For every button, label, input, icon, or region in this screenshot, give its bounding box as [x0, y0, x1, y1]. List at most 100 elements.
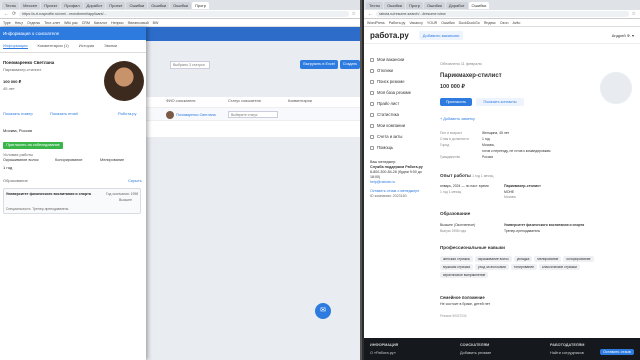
back-icon[interactable]: ←: [368, 11, 373, 17]
skill-chip: женская стрижка: [440, 256, 473, 262]
sidebar-item[interactable]: Счета и акты: [370, 131, 430, 142]
menu-item-icon: [370, 112, 374, 117]
sidebar-item[interactable]: Мои компании: [370, 120, 430, 131]
menu-item-icon: [370, 57, 374, 62]
bookmark-item[interactable]: Каталог: [94, 21, 107, 25]
table-row[interactable]: Пономаренко Светлана Выберите статус: [146, 107, 360, 121]
browser-tab[interactable]: Доработ: [445, 1, 468, 9]
sidebar-item[interactable]: Поиск резюме: [370, 76, 430, 87]
fact-value: Москва,: [482, 143, 495, 147]
tab-comments[interactable]: Комментарии (1): [38, 43, 69, 49]
resume-id: Резюме 59437034: [440, 314, 467, 318]
browser-tab[interactable]: Ошибки: [468, 1, 490, 9]
bookmark-item[interactable]: Финансовый: [128, 21, 149, 25]
bookmarks-bar: Type Нецт Отделы Тест-слет Wiki рас CRM Катало…: [0, 19, 360, 27]
bookmark-item[interactable]: Нецт: [15, 21, 23, 25]
hide-link[interactable]: Скрыть: [128, 178, 142, 183]
conditions-label: Условия работы: [3, 152, 34, 157]
chat-icon[interactable]: ✉: [315, 303, 331, 319]
show-phone-link[interactable]: Показать номер: [3, 111, 33, 116]
sidebar-item[interactable]: Статистика: [370, 109, 430, 120]
url-input[interactable]: https://s-rt.rusprofile.ru/crm/...recrui…: [19, 11, 349, 17]
export-excel-button[interactable]: Выгрузить в Excel: [300, 60, 338, 69]
browser-tab[interactable]: Ошибки: [148, 1, 170, 9]
browser-tab[interactable]: Проект: [41, 1, 61, 9]
add-vacancy-button[interactable]: Добавить вакансию: [418, 30, 464, 40]
status-filter[interactable]: Выбрано 3 статуса: [170, 61, 210, 69]
exp-company: МОНЕ: [504, 190, 515, 194]
bookmark-item[interactable]: Avito: [512, 21, 520, 25]
bookmark-item[interactable]: WordPress: [367, 21, 385, 25]
browser-tab[interactable]: Тесты: [2, 1, 20, 9]
user-menu[interactable]: Андрей Ф. ▾: [612, 33, 634, 38]
sidebar-item[interactable]: Моя база резюме: [370, 87, 430, 98]
row-status-select[interactable]: Выберите статус: [228, 111, 278, 118]
reload-icon[interactable]: ⟳: [12, 11, 16, 17]
sidebar-item-label: Мои вакансии: [377, 57, 405, 62]
create-button[interactable]: Создать: [340, 60, 360, 69]
browser-tab[interactable]: Проект: [106, 1, 126, 9]
tab-calls[interactable]: Звонки: [104, 43, 117, 49]
tab-info[interactable]: Информация: [3, 43, 28, 49]
browser-tab[interactable]: Тесты: [366, 1, 384, 9]
menu-item-icon: [370, 79, 374, 84]
company-id: ID компании: 2023160: [370, 194, 407, 198]
bookmark-item[interactable]: CRM: [82, 21, 90, 25]
browser-tab[interactable]: Доработ: [83, 1, 106, 9]
browser-tab[interactable]: Ошибки: [126, 1, 148, 9]
sidebar-item-label: Счета и акты: [377, 134, 403, 139]
bookmark-item[interactable]: Vacancy: [409, 21, 423, 25]
star-icon[interactable]: ☆: [632, 11, 636, 17]
bookmark-item[interactable]: Тест-слет: [44, 21, 60, 25]
bookmark-item[interactable]: Ошибки: [441, 21, 454, 25]
bookmark-item[interactable]: Работа.ру: [389, 21, 406, 25]
menu-item-icon: [370, 134, 374, 139]
bookmark-item[interactable]: Type: [3, 21, 11, 25]
browser-tab[interactable]: Мессен: [20, 1, 41, 9]
browser-tab[interactable]: Прогр: [406, 1, 424, 9]
browser-tab[interactable]: Профил: [61, 1, 83, 9]
bookmark-item[interactable]: YOUR: [427, 21, 437, 25]
back-icon[interactable]: ←: [4, 11, 9, 17]
row-name-link[interactable]: Пономаренко Светлана: [176, 113, 216, 117]
invite-interview-button[interactable]: Пригласить на собеседование: [3, 142, 63, 149]
show-email-link[interactable]: Показать email: [50, 111, 78, 116]
sidebar-item[interactable]: Мои вакансии: [370, 54, 430, 65]
applicant-city: Москва, Россия: [3, 128, 32, 133]
skills-title: Профессиональные навыки: [440, 245, 505, 250]
bookmark-item[interactable]: Отделы: [27, 21, 40, 25]
url-input[interactable]: rabota.ru/resume-search/...#resume=view: [376, 11, 629, 17]
bookmark-item[interactable]: BW: [153, 21, 159, 25]
browser-tab[interactable]: Ошибки: [170, 1, 191, 9]
footer-link-add-resume[interactable]: Добавить резюме: [460, 351, 491, 355]
sidebar-item[interactable]: Отклики: [370, 65, 430, 76]
site-logo[interactable]: работа.ру: [370, 31, 409, 40]
sidebar-item[interactable]: Прайс-лист: [370, 98, 430, 109]
tab-history[interactable]: История: [79, 43, 95, 49]
browser-tab[interactable]: Прогр: [191, 1, 209, 9]
bookmark-item[interactable]: Неприо: [111, 21, 124, 25]
bookmark-item[interactable]: Ozon: [500, 21, 509, 25]
bookmark-item[interactable]: Wiki рас: [64, 21, 78, 25]
footer-link-find-staff[interactable]: Найти сотрудников: [550, 351, 584, 355]
panel-title-text: Информация о соискателе: [3, 31, 60, 36]
sidebar-item-label: Поиск резюме: [377, 79, 405, 84]
sidebar-item[interactable]: Помощь: [370, 142, 430, 153]
add-note-link[interactable]: + Добавить заметку: [440, 117, 475, 121]
footer-link-about[interactable]: О «Работа.ру»: [370, 351, 396, 355]
show-contacts-button[interactable]: Показать контакты: [476, 98, 524, 106]
sidebar-item-label: Прайс-лист: [377, 101, 400, 106]
feedback-button[interactable]: Оставить отзыв: [600, 349, 634, 355]
source-link[interactable]: Работа.ру: [118, 111, 137, 116]
browser-tab[interactable]: Ошибки: [424, 1, 445, 9]
edu-name: Университет физического воспитания и спо…: [6, 192, 91, 196]
manager-email[interactable]: help@rabota.ru: [370, 180, 430, 185]
edu-name: Университет физического воспитания и спо…: [504, 223, 585, 227]
invite-button[interactable]: Пригласить: [440, 98, 472, 106]
bookmark-item[interactable]: DuckDuckGo: [459, 21, 480, 25]
exp-role: Парикмахер-стилист: [504, 184, 541, 188]
bookmark-item[interactable]: Яндекс: [484, 21, 496, 25]
star-icon[interactable]: ☆: [352, 11, 356, 17]
fact-value: 1 год: [482, 137, 490, 141]
browser-tab[interactable]: Ошибки: [384, 1, 405, 9]
